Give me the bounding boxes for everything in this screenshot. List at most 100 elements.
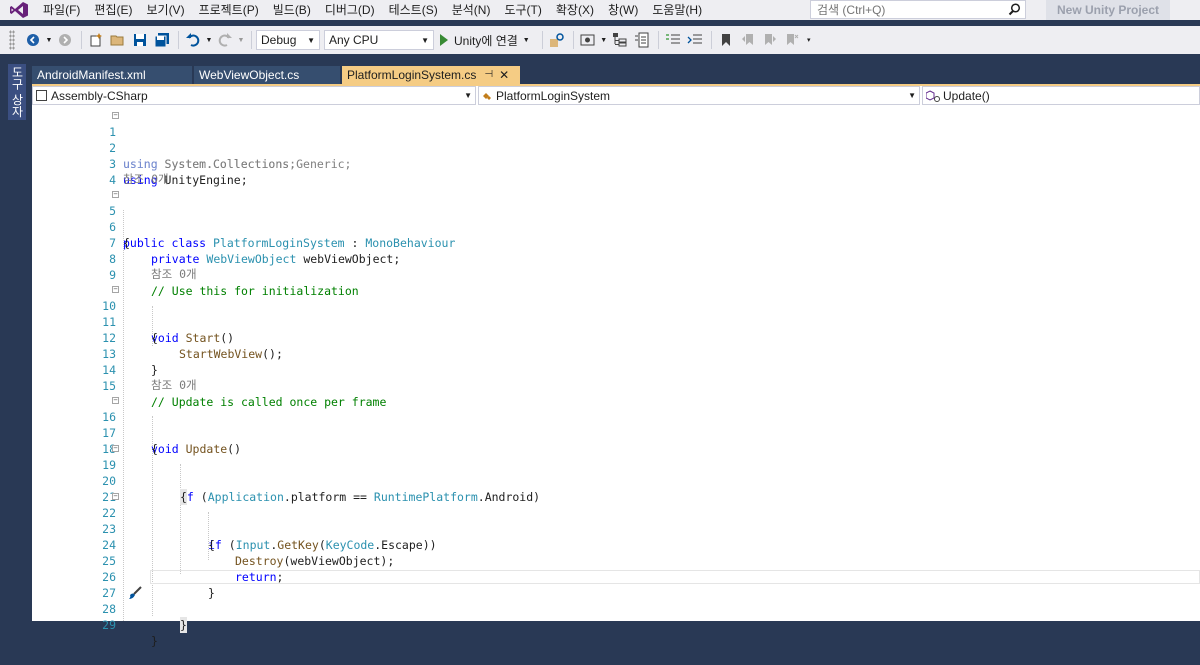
tab-label: AndroidManifest.xml [37,68,146,82]
code-token: UnityEngine; [157,173,248,187]
code-line: 29 } [32,601,1200,648]
collapse-icon[interactable]: − [112,112,119,119]
search-box[interactable] [810,0,1026,19]
solution-platform-select[interactable]: Any CPU ▼ [324,30,434,50]
toolbar-grip[interactable] [9,30,15,50]
code-line: 28 [32,585,1200,616]
menu-project[interactable]: 프로젝트(P) [192,0,266,20]
menu-edit[interactable]: 편집(E) [87,0,139,20]
codelens-references[interactable]: 참조 0개 [151,378,197,392]
code-token: } [180,617,187,633]
code-line: 17 { [32,409,1200,456]
screenshot-window-icon[interactable] [578,30,598,50]
toolbar-separator [572,31,574,49]
class-icon [482,91,492,101]
pin-tab-icon[interactable]: ⊣ [484,66,493,84]
save-icon[interactable] [130,30,150,50]
redo-icon[interactable] [215,30,235,50]
toolbar-separator [710,31,712,49]
menu-debug[interactable]: 디버그(D) [318,0,382,20]
find-in-files-icon[interactable] [547,30,567,50]
tab-platform-login-system[interactable]: PlatformLoginSystem.cs ⊣ ✕ [342,66,520,84]
comment-lines-icon[interactable] [663,30,683,50]
collapse-icon[interactable]: − [112,397,119,404]
toolbox-tab[interactable]: 도구 상자 [8,64,26,120]
back-navigation-icon[interactable] [23,30,43,50]
code-line: 12 StartWebView(); [32,314,1200,361]
class-view-icon[interactable] [610,30,630,50]
chevron-down-icon: ▼ [421,35,429,45]
chevron-down-icon: ▼ [307,35,315,45]
collapse-icon[interactable]: − [112,286,119,293]
code-line: 22 − if (Input.GetKey(KeyCode.Escape)) [32,489,1200,553]
code-line: 9 // Use this for initialization [32,251,1200,298]
code-line: 10 − void Start() [32,282,1200,346]
menu-test[interactable]: 테스트(S) [382,0,445,20]
undo-dropdown-icon[interactable]: ▼ [205,30,213,50]
undo-icon[interactable] [183,30,203,50]
toolbar-separator [251,31,252,49]
codelens-references[interactable]: 참조 0개 [123,172,169,186]
collapse-icon[interactable]: − [112,493,119,500]
menu-extensions[interactable]: 확장(X) [549,0,601,20]
close-tab-icon[interactable]: ✕ [499,66,509,84]
navigation-bar: Assembly-CSharp ▼ PlatformLoginSystem ▼ … [32,86,1200,107]
tab-android-manifest[interactable]: AndroidManifest.xml [32,66,192,84]
previous-bookmark-icon[interactable] [738,30,758,50]
menu-build[interactable]: 빌드(B) [266,0,318,20]
member-dropdown[interactable]: Update() [922,86,1200,105]
menu-view[interactable]: 보기(V) [139,0,191,20]
play-icon [440,34,448,46]
menu-file[interactable]: 파일(F) [36,0,87,20]
search-icon[interactable] [1008,3,1021,19]
collapse-icon[interactable]: − [112,445,119,452]
toolbar-options-icon[interactable]: ▾ [804,30,814,50]
back-dropdown-icon[interactable]: ▼ [45,30,53,50]
code-line: 16 − void Update() [32,393,1200,457]
open-file-icon[interactable] [108,30,128,50]
code-editor[interactable]: 1 − using System.Collections; 2 using Sy… [32,106,1200,648]
code-line: 18 [32,425,1200,456]
code-line: 14 [32,346,1200,377]
solution-configuration-select[interactable]: Debug ▼ [256,30,320,50]
left-tool-strip [0,60,32,621]
platform-value: Any CPU [329,33,379,47]
code-line: 15 // Update is called once per frame [32,362,1200,409]
menu-tools[interactable]: 도구(T) [497,0,548,20]
code-line: 4 [32,156,1200,187]
project-name: New Unity Project [1046,0,1170,20]
search-input[interactable] [815,1,999,18]
chevron-down-icon: ▼ [908,91,916,100]
forward-navigation-icon[interactable] [55,30,75,50]
code-line: 6 { [32,203,1200,250]
toolbar-separator [657,31,659,49]
type-dropdown[interactable]: PlatformLoginSystem ▼ [478,86,920,105]
attach-unity-button[interactable]: Unity에 연결 ▼ [438,30,532,50]
clear-bookmarks-icon[interactable] [782,30,802,50]
redo-dropdown-icon[interactable]: ▼ [237,30,245,50]
tab-label: PlatformLoginSystem.cs [347,68,477,82]
toolbar-separator [81,31,82,49]
code-line: 3 using UnityEngine; [32,140,1200,187]
code-line: 11 { [32,298,1200,345]
next-bookmark-icon[interactable] [760,30,780,50]
menu-window[interactable]: 창(W) [601,0,645,20]
configuration-value: Debug [261,33,297,47]
tab-webviewobject[interactable]: WebViewObject.cs [194,66,340,84]
uncomment-lines-icon[interactable] [685,30,705,50]
menu-analyze[interactable]: 분석(N) [445,0,498,20]
toolbar-overflow-icon[interactable]: ▼ [600,30,608,50]
project-dropdown[interactable]: Assembly-CSharp ▼ [32,86,476,105]
code-line: 5 − public class PlatformLoginSystem : M… [32,187,1200,251]
visual-studio-logo-icon[interactable] [8,0,30,20]
collapse-icon[interactable]: − [112,191,119,198]
document-outline-icon[interactable] [632,30,652,50]
chevron-down-icon[interactable]: ▼ [523,37,530,44]
code-token: } [151,634,158,648]
codelens-references[interactable]: 참조 0개 [151,267,197,281]
new-project-icon[interactable] [86,30,106,50]
save-all-icon[interactable] [152,30,172,50]
line-number: 9 [109,268,116,282]
menu-help[interactable]: 도움말(H) [645,0,709,20]
toggle-bookmark-icon[interactable] [716,30,736,50]
